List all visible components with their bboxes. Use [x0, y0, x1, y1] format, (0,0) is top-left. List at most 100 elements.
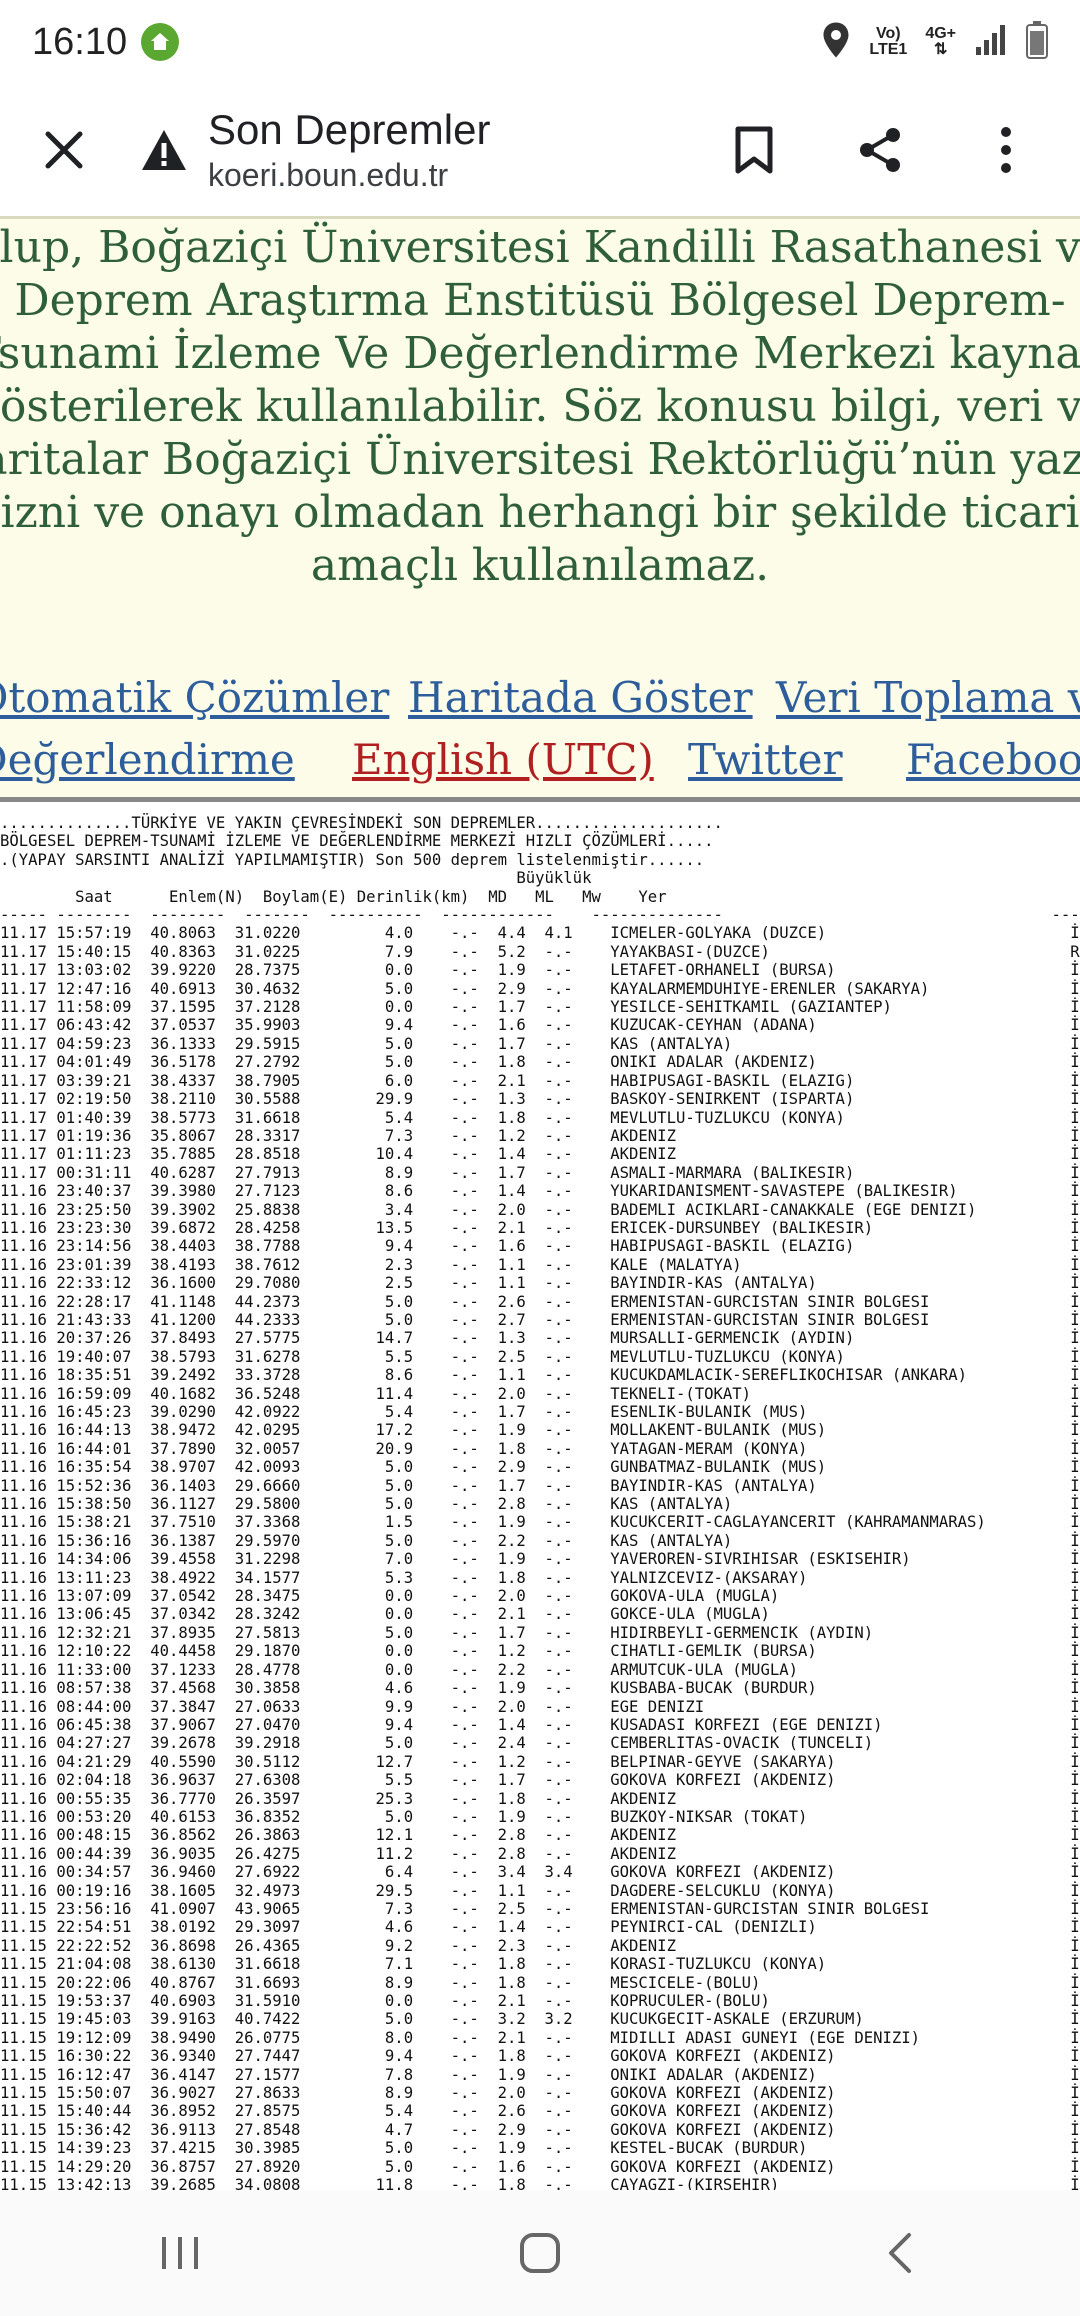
- bookmark-button[interactable]: [716, 112, 792, 188]
- location-icon: [821, 21, 851, 64]
- listing-header-line: BÖLGESEL DEPREM-TSUNAMİ İZLEME VE DEĞERL…: [0, 832, 714, 851]
- earthquake-row: 11.15 22:22:52 36.8698 26.4365 9.2 -.- 2…: [0, 1936, 1080, 1955]
- recents-icon: [162, 2237, 198, 2269]
- earthquake-row: 11.16 08:57:38 37.4568 30.3858 4.6 -.- 1…: [0, 1679, 1080, 1698]
- battery-icon: [1026, 20, 1048, 64]
- earthquake-row: 11.15 20:22:06 40.8767 31.6693 8.9 -.- 1…: [0, 1973, 1080, 1992]
- network-type-label: 4G+: [925, 25, 956, 42]
- earthquake-row: 11.16 04:27:27 39.2678 39.2918 5.0 -.- 2…: [0, 1734, 1080, 1753]
- earthquake-row: 11.16 12:32:21 37.8935 27.5813 5.0 -.- 1…: [0, 1623, 1080, 1642]
- listing-header-line: .(YAPAY SARSINTI ANALİZİ YAPILMAMIŞTIR) …: [0, 850, 705, 869]
- earthquake-row: 11.15 21:04:08 38.6130 31.6618 7.1 -.- 1…: [0, 1955, 1080, 1974]
- earthquake-row: 11.16 22:28:17 41.1148 44.2373 5.0 -.- 2…: [0, 1292, 1080, 1311]
- nav-links: Otomatik Çözümler Haritada Göster Veri T…: [0, 667, 1080, 797]
- earthquake-row: 11.17 01:40:39 38.5773 31.6618 5.4 -.- 1…: [0, 1108, 1080, 1127]
- notice-line-3: Tsunami İzleme Ve Değerlendirme Merkezi …: [0, 328, 1080, 379]
- earthquake-row: 11.15 16:30:22 36.9340 27.7447 9.4 -.- 1…: [0, 2047, 1080, 2066]
- notice-line-4: gösterilerek kullanılabilir. Söz konusu …: [0, 381, 1080, 432]
- earthquake-row: 11.16 16:44:01 37.7890 32.0057 20.9 -.- …: [0, 1439, 1080, 1458]
- earthquake-row: 11.17 03:39:21 38.4337 38.7905 6.0 -.- 2…: [0, 1071, 1080, 1090]
- earthquake-row: 11.15 15:36:42 36.9113 27.8548 4.7 -.- 2…: [0, 2120, 1080, 2139]
- earthquake-row: 11.16 13:07:09 37.0542 28.3475 0.0 -.- 2…: [0, 1587, 1080, 1606]
- link-facebook[interactable]: Facebook: [906, 729, 1080, 791]
- page-url: koeri.boun.edu.tr: [208, 157, 449, 193]
- earthquake-row: 11.15 22:54:51 38.0192 29.3097 4.6 -.- 1…: [0, 1918, 1080, 1937]
- earthquake-row: 11.16 02:04:18 36.9637 27.6308 5.5 -.- 1…: [0, 1771, 1080, 1790]
- status-time: 16:10: [32, 20, 128, 63]
- link-otomatik-cozumler[interactable]: Otomatik Çözümler: [0, 667, 389, 729]
- earthquake-row: 11.16 13:11:23 38.4922 34.1577 5.3 -.- 1…: [0, 1568, 1080, 1587]
- link-haritada-goster[interactable]: Haritada Göster: [408, 667, 753, 729]
- link-veri-toplama[interactable]: Veri Toplama ve: [776, 667, 1080, 729]
- earthquake-row: 11.16 13:06:45 37.0342 28.3242 0.0 -.- 2…: [0, 1605, 1080, 1624]
- earthquake-row: 11.16 14:34:06 39.4558 31.2298 7.0 -.- 1…: [0, 1550, 1080, 1569]
- bookmark-icon: [735, 126, 773, 174]
- notice-line-6: izni ve onayı olmadan herhangi bir şekil…: [0, 487, 1080, 538]
- earthquake-row: 11.16 23:23:30 39.6872 28.4258 13.5 -.- …: [0, 1218, 1080, 1237]
- earthquake-row: 11.15 15:50:07 36.9027 27.8633 8.9 -.- 2…: [0, 2084, 1080, 2103]
- listing-header-line: Saat Enlem(N) Boylam(E) Derinlik(km) MD …: [0, 887, 1080, 906]
- earthquake-row: 11.16 16:59:09 40.1682 36.5248 11.4 -.- …: [0, 1384, 1080, 1403]
- earthquake-row: 11.16 00:53:20 40.6153 36.8352 5.0 -.- 1…: [0, 1807, 1080, 1826]
- earthquake-row: 11.17 12:47:16 40.6913 30.4632 5.0 -.- 2…: [0, 979, 1080, 998]
- link-english-utc[interactable]: English (UTC): [352, 729, 654, 791]
- status-bar: 16:10 Vo) LTE1 4G+ ⇅: [0, 0, 1080, 84]
- earthquake-row: 11.16 00:48:15 36.8562 26.3863 12.1 -.- …: [0, 1826, 1080, 1845]
- back-button[interactable]: [840, 2213, 960, 2293]
- volte-top: Vo): [876, 25, 901, 42]
- page-title: Son Depremler: [208, 106, 491, 153]
- listing-header-line: ----- -------- -------- ------- --------…: [0, 906, 1080, 925]
- earthquake-row: 11.16 00:19:16 38.1605 32.4973 29.5 -.- …: [0, 1881, 1080, 1900]
- earthquake-row: 11.16 12:10:22 40.4458 29.1870 0.0 -.- 1…: [0, 1642, 1080, 1661]
- earthquake-row: 11.16 08:44:00 37.3847 27.0633 9.9 -.- 2…: [0, 1697, 1080, 1716]
- earthquake-row: 11.17 01:11:23 35.7885 28.8518 10.4 -.- …: [0, 1145, 1080, 1164]
- earthquake-row: 11.17 13:03:02 39.9220 28.7375 0.0 -.- 1…: [0, 961, 1080, 980]
- earthquake-row: 11.16 19:40:07 38.5793 31.6278 5.5 -.- 2…: [0, 1347, 1080, 1366]
- earthquake-row: 11.16 18:35:51 39.2492 33.3728 8.6 -.- 1…: [0, 1366, 1080, 1385]
- earthquake-row: 11.17 11:58:09 37.1595 37.2128 0.0 -.- 1…: [0, 998, 1080, 1017]
- more-options-button[interactable]: [968, 112, 1044, 188]
- link-twitter[interactable]: Twitter: [688, 729, 843, 791]
- earthquake-row: 11.16 00:34:57 36.9460 27.6922 6.4 -.- 3…: [0, 1863, 1080, 1882]
- browser-toolbar: Son Depremler koeri.boun.edu.tr: [0, 84, 1080, 216]
- close-icon: [45, 131, 83, 169]
- link-degerlendirme[interactable]: Değerlendirme: [0, 729, 295, 791]
- earthquake-row: 11.16 22:33:12 36.1600 29.7080 2.5 -.- 1…: [0, 1274, 1080, 1293]
- close-tab-button[interactable]: [26, 112, 102, 188]
- web-content[interactable]: olup, Boğaziçi Üniversitesi Kandilli Ras…: [0, 216, 1080, 2190]
- earthquake-row: 11.15 14:39:23 37.4215 30.3985 5.0 -.- 1…: [0, 2139, 1080, 2158]
- recent-apps-button[interactable]: [120, 2213, 240, 2293]
- data-arrows-icon: ⇅: [933, 41, 948, 58]
- earthquake-row: 11.16 23:14:56 38.4403 38.7788 9.4 -.- 1…: [0, 1237, 1080, 1256]
- volte-indicator: Vo) LTE1: [869, 26, 907, 58]
- earthquake-row: 11.16 00:44:39 36.9035 26.4275 11.2 -.- …: [0, 1844, 1080, 1863]
- earthquake-row: 11.16 16:44:13 38.9472 42.0295 17.2 -.- …: [0, 1421, 1080, 1440]
- earthquake-row: 11.16 23:01:39 38.4193 38.7612 2.3 -.- 1…: [0, 1255, 1080, 1274]
- earthquake-row: 11.15 14:29:20 36.8757 27.8920 5.0 -.- 1…: [0, 2157, 1080, 2176]
- earthquake-row: 11.16 20:37:26 37.8493 27.5775 14.7 -.- …: [0, 1329, 1080, 1348]
- system-nav-bar: [0, 2190, 1080, 2316]
- earthquake-row: 11.16 00:55:35 36.7770 26.3597 25.3 -.- …: [0, 1789, 1080, 1808]
- notice-line-5: haritalar Boğaziçi Üniversitesi Rektörlü…: [0, 434, 1080, 485]
- listing-header-line: Büyüklük: [0, 869, 592, 888]
- home-app-icon: [141, 23, 180, 61]
- earthquake-row: 11.15 16:12:47 36.4147 27.1577 7.8 -.- 1…: [0, 2065, 1080, 2084]
- earthquake-row: 11.16 16:35:54 38.9707 42.0093 5.0 -.- 2…: [0, 1458, 1080, 1477]
- toolbar-actions: [716, 112, 1044, 188]
- earthquake-row: 11.17 00:31:11 40.6287 27.7913 8.9 -.- 1…: [0, 1163, 1080, 1182]
- earthquake-row: 11.17 04:01:49 36.5178 27.2792 5.0 -.- 1…: [0, 1053, 1080, 1072]
- earthquake-row: 11.16 11:33:00 37.1233 28.4778 0.0 -.- 2…: [0, 1660, 1080, 1679]
- earthquake-row: 11.16 23:25:50 39.3902 25.8838 3.4 -.- 2…: [0, 1200, 1080, 1219]
- status-right: Vo) LTE1 4G+ ⇅: [821, 20, 1048, 64]
- earthquake-row: 11.15 19:12:09 38.9490 26.0775 8.0 -.- 2…: [0, 2028, 1080, 2047]
- earthquake-row: 11.17 02:19:50 38.2110 30.5588 29.9 -.- …: [0, 1090, 1080, 1109]
- earthquake-row: 11.16 23:40:37 39.3980 27.7123 8.6 -.- 1…: [0, 1182, 1080, 1201]
- share-icon: [860, 128, 900, 172]
- earthquake-row: 11.15 19:45:03 39.9163 40.7422 5.0 -.- 3…: [0, 2010, 1080, 2029]
- share-button[interactable]: [842, 112, 918, 188]
- home-button[interactable]: [480, 2213, 600, 2293]
- earthquake-row: 11.16 15:38:21 37.7510 37.3368 1.5 -.- 1…: [0, 1513, 1080, 1532]
- page-info[interactable]: Son Depremler koeri.boun.edu.tr: [140, 105, 716, 195]
- earthquake-row: 11.16 21:43:33 41.1200 44.2333 5.0 -.- 2…: [0, 1310, 1080, 1329]
- earthquake-row: 11.17 15:40:15 40.8363 31.0225 7.9 -.- 5…: [0, 942, 1080, 961]
